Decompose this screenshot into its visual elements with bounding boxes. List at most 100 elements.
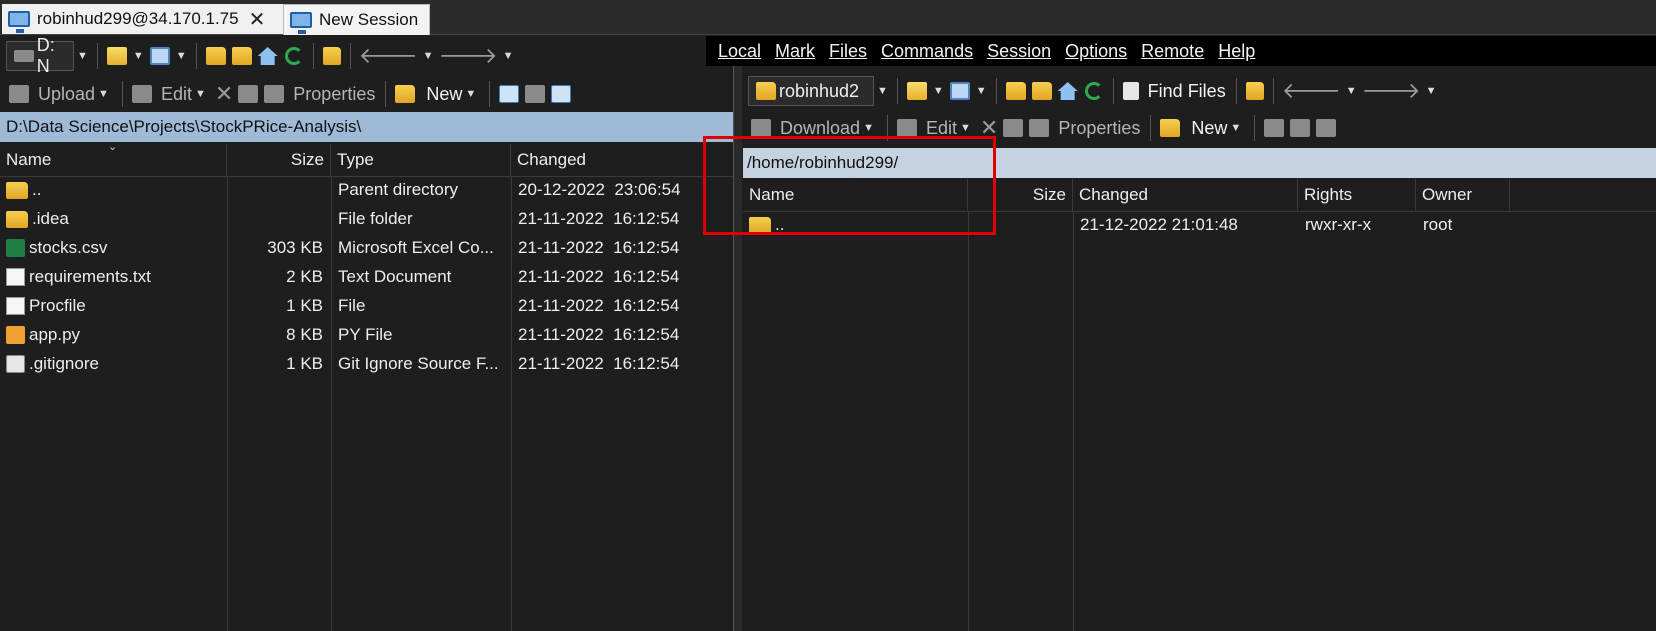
open-folder-icon[interactable]	[106, 47, 127, 65]
menu-label: Mark	[775, 40, 816, 61]
rename-icon[interactable]	[238, 85, 259, 103]
menu-help[interactable]: Help	[1218, 41, 1255, 62]
upload-button[interactable]: Upload ▼	[6, 80, 112, 108]
file-type: File	[338, 295, 366, 315]
column-header-owner[interactable]: Owner	[1416, 179, 1510, 211]
menu-label: Options	[1065, 40, 1128, 61]
menu-files[interactable]: Files	[829, 41, 867, 62]
tree-icon[interactable]	[1245, 82, 1264, 100]
local-drive-label: D: N	[36, 35, 55, 76]
table-row[interactable]: .gitignore 1 KB Git Ignore Source F... 21-1…	[0, 350, 734, 377]
file-name-cell: .idea	[6, 209, 222, 229]
menu-commands[interactable]: Commands	[881, 41, 973, 62]
root-directory-icon[interactable]	[1031, 82, 1052, 100]
root-directory-icon[interactable]	[231, 47, 252, 65]
column-header-type[interactable]: Type	[331, 144, 511, 176]
back-arrow-icon[interactable]: 🡐	[1282, 78, 1341, 104]
chevron-down-icon[interactable]: ▼	[423, 50, 434, 62]
edit-button[interactable]: Edit ▼	[129, 80, 209, 108]
properties-button[interactable]: Properties	[1026, 114, 1140, 142]
table-row[interactable]: Procfile 1 KB File 21-11-2022 16:12:54	[0, 292, 734, 319]
remote-directory-selector[interactable]: robinhud2	[748, 76, 874, 106]
home-icon[interactable]	[1057, 82, 1078, 100]
edit-label: Edit	[160, 83, 192, 104]
chevron-down-icon[interactable]: ▼	[465, 88, 476, 100]
open-folder-icon[interactable]	[906, 82, 927, 100]
session-tab-strip: robinhud299@34.170.1.75 ✕ New Session	[0, 0, 1656, 35]
find-files-button[interactable]: Find Files	[1120, 77, 1226, 105]
file-size: 303 KB	[267, 237, 323, 257]
find-files-icon	[1122, 82, 1139, 100]
table-row[interactable]: .. Parent directory 20-12-2022 23:06:54	[0, 176, 734, 203]
column-label: Owner	[1422, 185, 1473, 204]
chevron-down-icon[interactable]: ▼	[1346, 85, 1357, 97]
column-label: Size	[1032, 185, 1066, 204]
chevron-down-icon[interactable]: ▼	[98, 88, 109, 100]
chevron-down-icon[interactable]: ▼	[1426, 85, 1437, 97]
tree-icon[interactable]	[322, 47, 341, 65]
menu-session[interactable]: Session	[987, 41, 1051, 62]
separator	[312, 43, 314, 69]
table-row[interactable]: requirements.txt 2 KB Text Document 21-11-2…	[0, 263, 734, 290]
filter-icon[interactable]	[149, 47, 170, 65]
chevron-down-icon[interactable]: ▼	[863, 122, 874, 134]
deselect-minus-icon[interactable]	[525, 85, 546, 103]
tab-session[interactable]: robinhud299@34.170.1.75 ✕	[2, 4, 287, 34]
local-drive-selector[interactable]: D: N	[6, 35, 74, 76]
chevron-down-icon[interactable]: ▼	[1230, 122, 1241, 134]
filter-icon[interactable]	[949, 82, 970, 100]
select-plus-icon[interactable]	[1264, 119, 1285, 137]
menu-local[interactable]: Local	[718, 41, 761, 62]
download-icon	[751, 119, 771, 137]
new-button[interactable]: New ▼	[392, 80, 479, 108]
table-row[interactable]: stocks.csv 303 KB Microsoft Excel Co... 21-…	[0, 234, 734, 261]
rename-icon[interactable]	[1003, 119, 1024, 137]
chevron-down-icon[interactable]: ▼	[503, 50, 514, 62]
filter-select-icon[interactable]	[1316, 119, 1337, 137]
delete-icon[interactable]: ✕	[215, 81, 233, 107]
column-header-size[interactable]: Size	[227, 144, 331, 176]
chevron-down-icon[interactable]: ▼	[877, 85, 888, 97]
filter-select-icon[interactable]	[551, 85, 572, 103]
chevron-down-icon[interactable]: ▼	[960, 122, 971, 134]
refresh-icon[interactable]	[1084, 82, 1103, 100]
chevron-down-icon[interactable]: ▼	[133, 50, 144, 62]
chevron-down-icon[interactable]: ▼	[77, 50, 88, 62]
new-folder-icon	[395, 85, 416, 103]
tab-new-session[interactable]: New Session	[283, 4, 430, 35]
table-row[interactable]: app.py 8 KB PY File 21-11-2022 16:12:54	[0, 321, 734, 348]
parent-directory-icon[interactable]	[205, 47, 226, 65]
chevron-down-icon[interactable]: ▼	[176, 50, 187, 62]
close-icon[interactable]: ✕	[249, 7, 266, 32]
parent-directory-icon[interactable]	[1005, 82, 1026, 100]
file-owner: root	[1423, 214, 1453, 234]
back-arrow-icon[interactable]: 🡐	[359, 43, 418, 69]
remote-toolbar-navigation: robinhud2 ▼ ▼ ▼ Find Files 🡐 ▼ 🡒 ▼	[748, 74, 1439, 108]
chevron-down-icon[interactable]: ▼	[976, 85, 987, 97]
column-header-rights[interactable]: Rights	[1298, 179, 1416, 211]
separator	[1150, 115, 1152, 141]
menu-label: Commands	[881, 40, 974, 61]
new-button[interactable]: New ▼	[1157, 114, 1244, 142]
chevron-down-icon[interactable]: ▼	[195, 88, 206, 100]
refresh-icon[interactable]	[284, 47, 303, 65]
forward-arrow-icon[interactable]: 🡒	[439, 43, 498, 69]
separator	[1272, 78, 1274, 104]
menu-options[interactable]: Options	[1065, 41, 1127, 62]
menu-remote[interactable]: Remote	[1141, 41, 1204, 62]
file-type: Text Document	[338, 266, 452, 286]
column-header-changed[interactable]: Changed	[511, 144, 734, 176]
file-name-cell: .gitignore	[6, 354, 222, 374]
chevron-down-icon[interactable]: ▼	[933, 85, 944, 97]
home-icon[interactable]	[257, 47, 278, 65]
menu-mark[interactable]: Mark	[775, 41, 815, 62]
local-path-bar[interactable]: D:\Data Science\Projects\StockPRice-Anal…	[0, 112, 734, 142]
local-path-text: D:\Data Science\Projects\StockPRice-Anal…	[6, 117, 362, 136]
column-header-changed[interactable]: Changed	[1073, 179, 1298, 211]
select-plus-icon[interactable]	[499, 85, 520, 103]
deselect-minus-icon[interactable]	[1290, 119, 1311, 137]
table-row[interactable]: .idea File folder 21-11-2022 16:12:54	[0, 205, 734, 232]
upload-label: Upload	[38, 83, 96, 104]
forward-arrow-icon[interactable]: 🡒	[1362, 78, 1421, 104]
properties-button[interactable]: Properties	[261, 80, 375, 108]
